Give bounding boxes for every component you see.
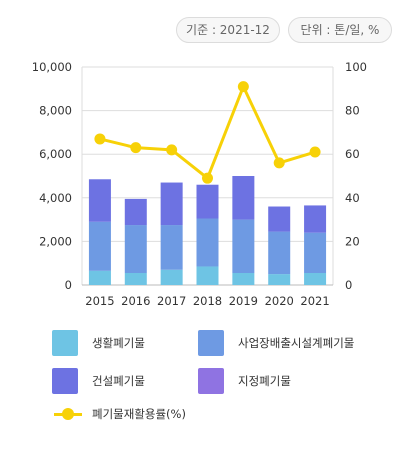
y-right-tick-label: 20	[345, 234, 360, 248]
bar-living	[124, 273, 147, 285]
bar-living	[268, 274, 291, 285]
x-tick-label: 2020	[265, 294, 294, 308]
legend-swatch-construction	[52, 368, 78, 394]
point-recycling	[273, 157, 285, 169]
point-recycling	[94, 133, 106, 145]
y-left-tick-label: 8,000	[39, 104, 72, 118]
y-left-tick-label: 10,000	[32, 60, 72, 74]
bar-business	[196, 218, 219, 267]
legend-swatch-business	[198, 330, 224, 356]
bar-living	[232, 273, 255, 285]
x-tick-label: 2018	[193, 294, 222, 308]
legend-label-living: 생활폐기물	[92, 336, 145, 350]
bar-construction	[232, 176, 255, 220]
x-tick-label: 2017	[157, 294, 186, 308]
point-recycling	[309, 146, 321, 158]
legend-label-recycling: 폐기물재활용률(%)	[92, 407, 186, 421]
bar-construction	[304, 205, 327, 233]
point-recycling	[202, 172, 213, 184]
y-right-tick-label: 100	[345, 60, 367, 74]
y-right-tick-label: 80	[345, 104, 360, 118]
bar-living	[304, 273, 327, 285]
bar-business	[124, 225, 147, 274]
legend-item-living[interactable]: 생활폐기물	[52, 330, 145, 356]
bar-layer	[88, 176, 327, 285]
bar-construction	[196, 184, 219, 219]
y-left-tick-label: 2,000	[39, 234, 72, 248]
legend-item-construction[interactable]: 건설폐기물	[52, 368, 145, 394]
x-tick-label: 2019	[229, 294, 258, 308]
point-recycling	[166, 144, 178, 156]
y-left-tick-label: 4,000	[39, 191, 72, 205]
bar-business	[304, 232, 327, 274]
legend-label-construction: 건설폐기물	[92, 374, 145, 388]
legend-label-designated: 지정폐기물	[238, 374, 291, 388]
legend-item-recycling[interactable]: 폐기물재활용률(%)	[54, 406, 186, 422]
bar-construction	[124, 198, 147, 226]
y-right-tick-label: 60	[345, 147, 360, 161]
point-recycling	[237, 81, 249, 93]
bar-construction	[160, 182, 183, 226]
x-tick-label: 2016	[121, 294, 150, 308]
legend-item-business[interactable]: 사업장배출시설계폐기물	[198, 330, 354, 356]
bar-construction	[268, 206, 291, 232]
legend-label-business: 사업장배출시설계폐기물	[238, 336, 355, 350]
waste-chart: 0 2,000 4,000 6,000 8,000 10,000 0 20 40 60 80 100 2…	[32, 60, 367, 308]
bar-business	[88, 221, 111, 271]
x-tick-label: 2015	[85, 294, 114, 308]
legend-item-designated[interactable]: 지정폐기물	[198, 368, 291, 394]
x-tick-label: 2021	[300, 294, 329, 308]
bar-living	[160, 269, 183, 285]
y-left-tick-label: 0	[65, 278, 72, 292]
y-left-tick-label: 6,000	[39, 147, 72, 161]
bar-business	[232, 219, 255, 274]
y-right-tick-label: 40	[345, 191, 360, 205]
point-recycling	[130, 142, 142, 154]
bar-construction	[88, 179, 111, 222]
bar-business	[268, 231, 291, 275]
bar-living	[88, 270, 111, 285]
legend-swatch-recycling	[54, 407, 82, 421]
bar-living	[196, 266, 219, 285]
bar-business	[160, 225, 183, 270]
y-right-tick-label: 0	[345, 278, 352, 292]
legend-swatch-designated	[198, 368, 224, 394]
legend-swatch-living	[52, 330, 78, 356]
line-layer	[94, 81, 321, 184]
